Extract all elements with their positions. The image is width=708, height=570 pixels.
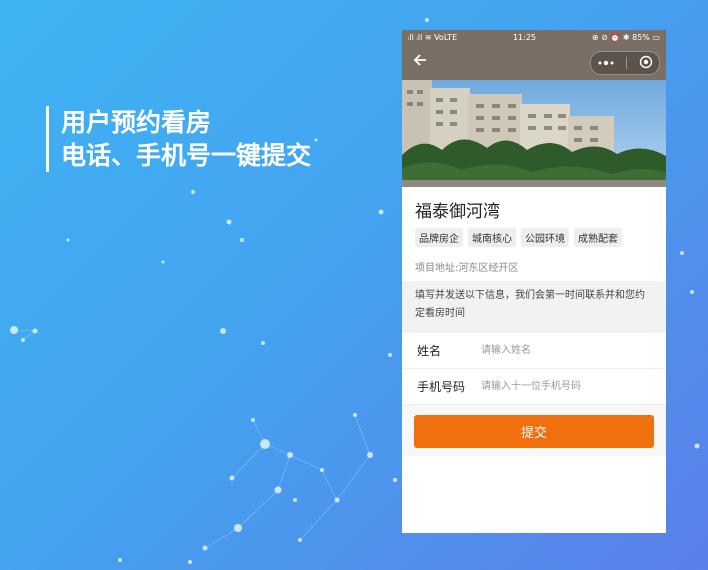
- more-dots-icon[interactable]: [597, 57, 615, 70]
- headline-line1: 用户预约看房: [61, 108, 212, 137]
- signal-status: ᵢll ᵢll ≋ VoLTE: [408, 33, 458, 42]
- tag-chip: 品牌房企: [415, 228, 463, 247]
- submit-button[interactable]: 提交: [414, 415, 654, 448]
- tag-chip: 公园环境: [521, 228, 569, 247]
- mini-program-navbar: [402, 45, 666, 80]
- property-tags: 品牌房企 城南核心 公园环境 成熟配套: [402, 219, 666, 247]
- booking-notice: 填写并发送以下信息，我们会第一时间联系并和您约定看房时间: [402, 281, 666, 333]
- arrow-left-icon[interactable]: [412, 52, 432, 72]
- phone-label: 手机号码: [417, 380, 466, 394]
- tag-chip: 城南核心: [468, 228, 516, 247]
- promo-headline: 用户预约看房 电话、手机号一键提交: [46, 106, 311, 172]
- capsule-menu: [590, 51, 660, 75]
- name-input[interactable]: [479, 344, 633, 357]
- property-name: 福泰御河湾: [415, 202, 500, 222]
- tag-chip: 成熟配套: [574, 228, 622, 247]
- phone-screen: ᵢll ᵢll ≋ VoLTE 11:25 ⊕ ⊘ ⏰ ✱ 85% ▭ 福泰御河…: [402, 30, 666, 533]
- headline-line2: 电话、手机号一键提交: [61, 141, 312, 170]
- target-icon[interactable]: [639, 55, 653, 72]
- capsule-divider: [626, 57, 628, 69]
- property-photo: [402, 80, 666, 187]
- name-label: 姓名: [417, 344, 442, 358]
- property-address: 项目地址:河东区经开区: [415, 263, 519, 274]
- phone-row: 手机号码: [402, 369, 666, 405]
- status-bar: ᵢll ᵢll ≋ VoLTE 11:25 ⊕ ⊘ ⏰ ✱ 85% ▭: [402, 30, 666, 45]
- phone-input[interactable]: [479, 380, 633, 393]
- name-row: 姓名: [402, 333, 666, 369]
- submit-area: 提交: [402, 405, 666, 456]
- system-status-icons: ⊕ ⊘ ⏰ ✱ 85% ▭: [591, 33, 660, 42]
- status-time: 11:25: [512, 33, 537, 42]
